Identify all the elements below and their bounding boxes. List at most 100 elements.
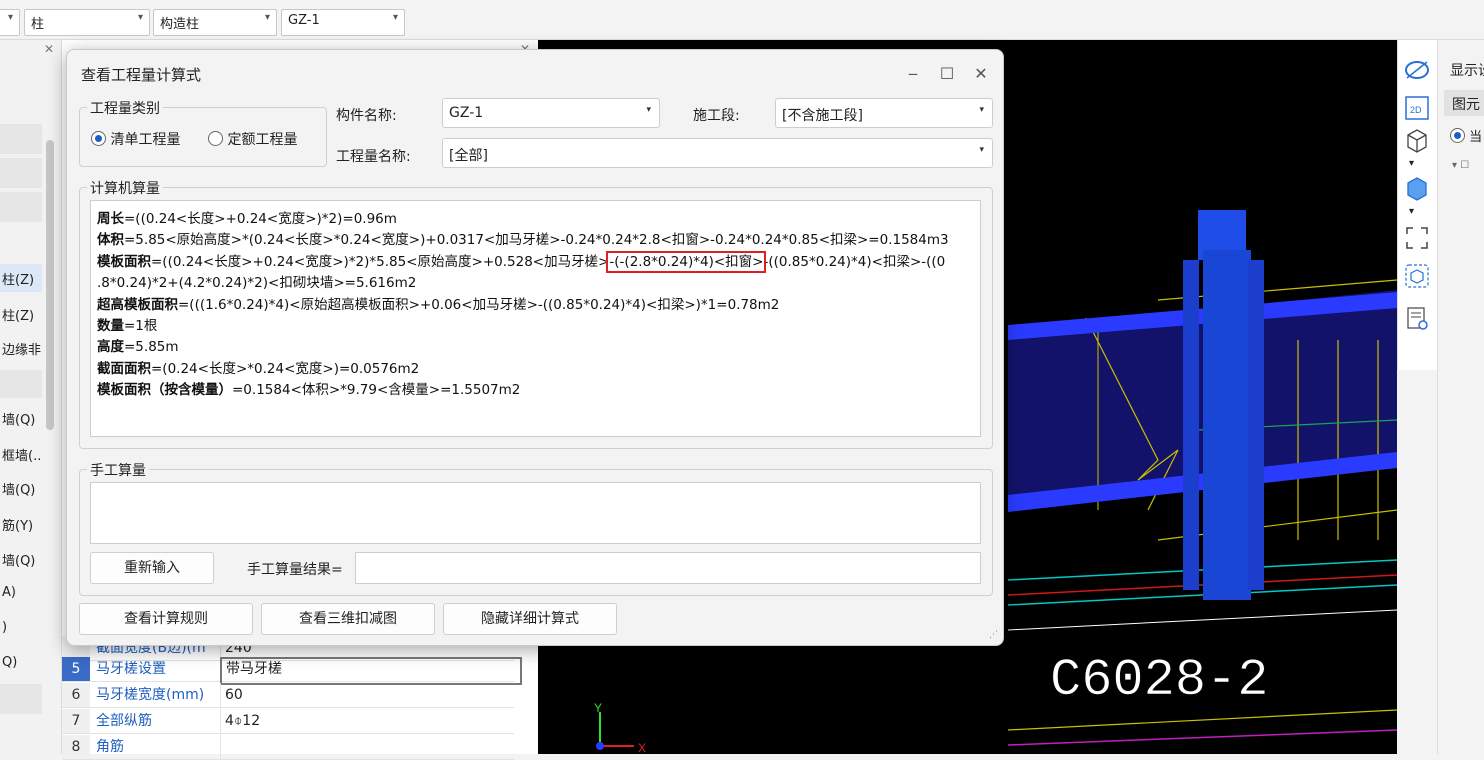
radio-indicator [91,131,106,146]
component-combo[interactable]: GZ-1 ▾ [281,9,405,36]
properties-view-icon[interactable] [1403,304,1431,332]
nav-group-header[interactable] [0,684,42,714]
nav-group-header[interactable] [0,192,42,222]
radio-indicator [208,131,223,146]
nav-item[interactable]: 柱(Z) [0,300,42,328]
property-name: 全部纵筋 [96,713,152,729]
display-radio[interactable]: 当 [1450,126,1482,145]
reinput-button[interactable]: 重新输入 [90,552,214,584]
table-row[interactable]: 6 马牙槎宽度(mm) 60 [62,683,514,708]
resize-grip-icon[interactable]: ⋰ [989,630,998,640]
component-name-label: 构件名称: [336,108,397,124]
chevron-down-icon: ▾ [137,12,143,23]
nav-item[interactable]: A) [0,580,42,608]
view-3d-deduction-button[interactable]: 查看三维扣减图 [261,603,435,635]
scrollbar[interactable] [46,140,54,430]
tree-expand-icon[interactable]: ▾ ☐ [1452,160,1469,171]
table-row[interactable]: 7 全部纵筋 4⌽12 [62,709,514,734]
quantity-name-value: [全部] [449,148,488,164]
chevron-down-icon: ▾ [979,105,984,115]
hide-detail-formula-button[interactable]: 隐藏详细计算式 [443,603,617,635]
radio-indicator [1450,128,1465,143]
nav-group-header[interactable] [0,370,42,398]
formula-line: 模板面积=((0.24<长度>+0.24<宽度>)*2)*5.85<原始高度>+… [97,251,946,273]
view-3d-cube-icon[interactable] [1403,126,1431,154]
nav-item[interactable]: 筋(Y) [0,510,42,538]
stage-value: [不含施工段] [782,108,863,124]
property-name: 角筋 [96,739,124,755]
chevron-down-icon: ▾ [7,12,13,23]
cube-select-icon[interactable] [1403,262,1431,290]
nav-item[interactable]: 墙(Q) [0,545,42,573]
tab-elements[interactable]: 图元 [1444,90,1484,116]
view-solid-cube-icon[interactable] [1403,174,1431,202]
radio-quota-quantity[interactable]: 定额工程量 [208,129,297,149]
property-value[interactable]: 4⌽12 [220,709,519,733]
close-button[interactable]: ✕ [969,62,993,86]
component-combo-value: GZ-1 [288,13,320,28]
chevron-down-icon[interactable]: ▾ [1409,158,1414,169]
chevron-down-icon[interactable]: ▾ [1409,206,1414,217]
stage-select[interactable]: [不含施工段] ▾ [775,98,993,128]
formula-line: 截面面积=(0.24<长度>*0.24<宽度>)=0.0576m2 [97,361,420,377]
nav-item[interactable]: 墙(Q) [0,474,42,502]
nav-item[interactable]: 边缘非... [0,334,42,362]
element-subtype-combo[interactable]: 构造柱 ▾ [153,9,277,36]
maximize-button[interactable]: ☐ [935,62,959,86]
formula-line: 体积=5.85<原始高度>*(0.24<长度>*0.24<宽度>)+0.0317… [97,232,949,248]
display-settings-panel [1437,40,1484,754]
table-row[interactable]: 8 角筋 [62,735,514,760]
chevron-down-icon: ▾ [392,12,398,23]
formula-textarea[interactable]: 周长=((0.24<长度>+0.24<宽度>)*2)=0.96m 体积=5.85… [90,200,981,437]
chevron-down-icon: ▾ [646,105,651,115]
nav-item[interactable]: Q) [0,650,42,678]
property-name: 马牙槎设置 [96,661,166,677]
component-name-select[interactable]: GZ-1 ▾ [442,98,660,128]
property-value[interactable] [220,735,519,759]
manual-result-field[interactable] [355,552,981,584]
formula-line: .8*0.24)*2+(4.2*0.24)*2)<扣砌块墙>=5.616m2 [97,275,417,291]
formula-line: 周长=((0.24<长度>+0.24<宽度>)*2)=0.96m [97,211,397,227]
row-number: 5 [62,657,90,681]
row-number: 8 [62,735,90,759]
quantity-name-label: 工程量名称: [336,149,411,165]
column-body [1203,250,1251,600]
view-rules-button[interactable]: 查看计算规则 [79,603,253,635]
window-label: C6028-2 [1050,651,1268,710]
svg-text:2D: 2D [1410,105,1422,115]
nav-group-header[interactable] [0,124,42,154]
dialog-title: 查看工程量计算式 [81,66,202,84]
radio-label: 定额工程量 [227,132,298,148]
manual-result-label: 手工算量结果= [247,562,343,578]
highlighted-window-deduction: -(-(2.8*0.24)*4)<扣窗> [606,251,767,273]
element-type-value: 柱 [31,17,45,32]
nav-item[interactable]: 框墙(... [0,440,42,468]
property-value[interactable]: 带马牙槎 [220,657,522,685]
fullscreen-icon[interactable] [1403,224,1431,252]
close-icon[interactable]: ✕ [44,42,54,56]
nav-group-header[interactable] [0,158,42,188]
formula-line: 高度=5.85m [97,339,179,355]
chevron-down-icon: ▾ [979,145,984,155]
radio-bill-quantity[interactable]: 清单工程量 [91,129,180,149]
radio-label: 当 [1469,130,1483,145]
stage-label: 施工段: [693,108,740,124]
formula-line: 超高模板面积=(((1.6*0.24)*4)<原始超高模板面积>+0.06<加马… [97,297,780,313]
group-label: 计算机算量 [87,178,163,198]
formula-line: 模板面积（按含模量）=0.1584<体积>*9.79<含模量>=1.5507m2 [97,382,521,398]
view-2d-icon[interactable]: 2D [1403,94,1431,122]
property-value[interactable]: 60 [220,683,519,707]
manual-formula-input[interactable] [90,482,981,544]
property-name: 马牙槎宽度(mm) [96,687,205,703]
row-number: 7 [62,709,90,733]
nav-item-column[interactable]: 柱(Z) [0,264,42,292]
axis-y-label: Y [594,701,602,715]
quantity-name-select[interactable]: [全部] ▾ [442,138,993,168]
table-row[interactable]: 5 马牙槎设置 带马牙槎 [62,657,522,685]
orbit-icon[interactable] [1403,56,1431,84]
floor-combo[interactable]: ▾ [0,9,20,36]
nav-item[interactable]: 墙(Q) [0,404,42,432]
minimize-button[interactable]: ‒ [901,62,925,86]
element-type-combo[interactable]: 柱 ▾ [24,9,150,36]
nav-item[interactable]: ) [0,615,42,643]
